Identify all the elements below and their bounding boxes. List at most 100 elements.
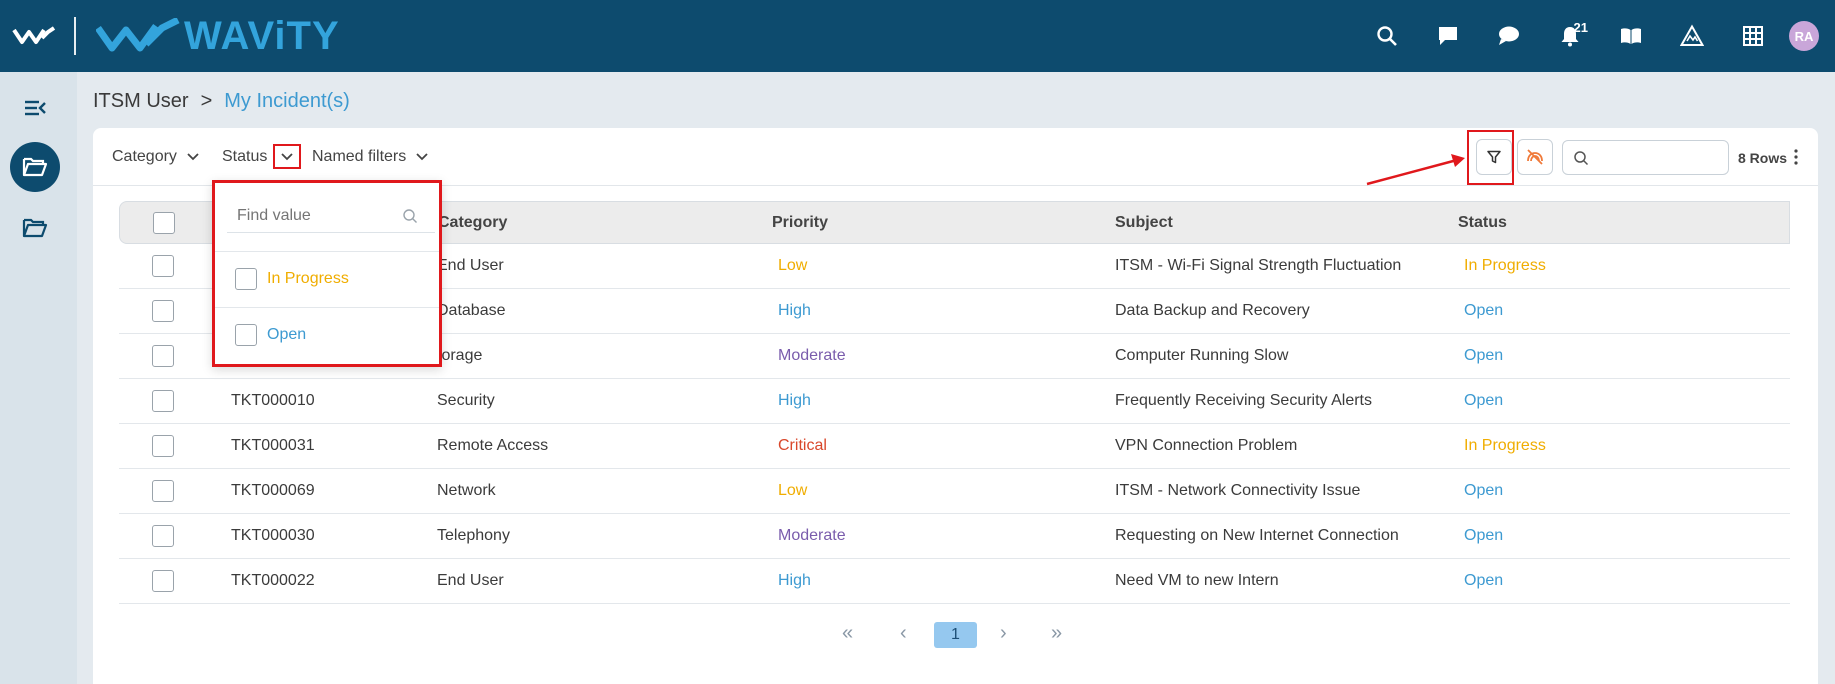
status-filter-dropdown: In Progress Open [212,180,442,367]
cell-status: In Progress [1464,437,1546,454]
cell-ticket-id[interactable]: TKT000031 [231,437,315,455]
column-header-status[interactable]: Status [1458,214,1507,232]
breadcrumb: ITSM User > My Incident(s) [93,90,350,113]
cell-ticket-id[interactable]: TKT000010 [231,392,315,410]
status-option-in-progress[interactable]: In Progress [235,265,349,293]
row-checkbox[interactable] [152,480,174,502]
prev-page-button[interactable]: ‹ [900,622,907,645]
menu-collapse-icon [25,100,46,116]
cell-ticket-id[interactable]: TKT000069 [231,482,315,500]
column-header-priority[interactable]: Priority [772,214,828,232]
cell-ticket-id[interactable]: TKT000022 [231,572,315,590]
notifications-button[interactable]: 21 [1539,0,1600,72]
live-updates-toggle[interactable] [1517,139,1553,175]
breadcrumb-separator: > [200,90,213,112]
cell-ticket-id[interactable]: TKT000030 [231,527,315,545]
wavity-mini-logo-icon [12,26,56,44]
dropdown-divider [215,307,439,308]
table-row[interactable]: TKT000031 Remote Access Critical VPN Con… [119,424,1790,469]
folder-open-icon [22,157,48,177]
cell-category: Database [437,302,506,319]
named-filters-label: Named filters [312,148,407,165]
row-checkbox[interactable] [152,570,174,592]
cell-priority: Moderate [778,347,846,364]
named-filters[interactable]: Named filters [312,148,430,166]
more-options-icon[interactable] [1790,148,1802,166]
cell-priority: Low [778,257,808,274]
row-checkbox[interactable] [152,300,174,322]
column-header-category[interactable]: Category [438,214,507,232]
cell-priority: High [778,392,811,409]
book-icon [1620,28,1641,44]
cell-status: Open [1464,527,1504,544]
row-checkbox[interactable] [152,525,174,547]
last-page-button[interactable]: » [1051,622,1062,645]
status-filter-dropdown-toggle[interactable] [273,144,301,169]
search-button[interactable] [1356,0,1417,72]
grid-icon [1742,26,1763,46]
chevron-down-icon [281,152,293,160]
find-value-search[interactable] [227,199,435,233]
table-row[interactable]: TKT000010 Security High Frequently Recei… [119,379,1790,424]
chevron-down-icon [416,153,428,161]
search-icon [403,208,417,223]
table-search[interactable] [1562,140,1729,175]
table-row[interactable]: TKT000030 Telephony Moderate Requesting … [119,514,1790,559]
cell-status: Open [1464,482,1504,499]
cell-subject: ITSM - Network Connectivity Issue [1115,482,1361,499]
cell-subject: Need VM to new Intern [1115,572,1279,589]
cell-status: In Progress [1464,257,1546,274]
chat-button[interactable] [1478,0,1539,72]
messages-button[interactable] [1417,0,1478,72]
logo-text: WAViTY [184,14,340,58]
breadcrumb-root[interactable]: ITSM User [93,90,189,113]
cell-status: Open [1464,572,1504,589]
option-checkbox[interactable] [235,268,257,290]
next-page-button[interactable]: › [1000,622,1007,645]
cell-category: Network [437,482,496,499]
cell-category: End User [437,572,504,589]
left-sidebar [0,72,77,684]
avatar[interactable]: RA [1789,21,1819,51]
rows-count: 8 Rows [1738,150,1788,166]
sidebar-toggle-button[interactable] [10,83,60,133]
brand[interactable]: WAViTY [0,0,340,72]
first-page-button[interactable]: « [842,622,853,645]
row-checkbox[interactable] [152,255,174,277]
column-header-subject[interactable]: Subject [1115,214,1173,232]
page-number-current[interactable]: 1 [934,622,977,648]
status-filter[interactable]: Status [222,148,267,166]
row-checkbox[interactable] [152,435,174,457]
table-row[interactable]: TKT000069 Network Low ITSM - Network Con… [119,469,1790,514]
cell-priority: Moderate [778,527,846,544]
breadcrumb-current[interactable]: My Incident(s) [224,90,350,113]
cell-subject: Requesting on New Internet Connection [1115,527,1399,544]
filter-button[interactable] [1476,139,1512,175]
table-search-input[interactable] [1595,149,1725,166]
knowledge-button[interactable] [1600,0,1661,72]
alerts-button[interactable] [1661,0,1722,72]
option-label: Open [267,326,307,343]
sidebar-item-folder[interactable] [10,203,60,253]
table-row[interactable]: TKT000022 End User High Need VM to new I… [119,559,1790,604]
cell-subject: Data Backup and Recovery [1115,302,1310,319]
select-all-checkbox[interactable] [153,212,175,234]
row-checkbox[interactable] [152,390,174,412]
cell-status: Open [1464,302,1504,319]
wavity-logo-icon [96,18,180,52]
dropdown-divider [215,251,439,252]
sidebar-item-incidents[interactable] [10,142,60,192]
triangle-icon [1679,24,1704,46]
apps-button[interactable] [1722,0,1783,72]
category-filter[interactable]: Category [112,148,201,166]
status-option-open[interactable]: Open [235,321,306,349]
find-value-input[interactable] [237,206,402,225]
cell-status: Open [1464,347,1504,364]
filter-toolbar: Category Status Named filters 8 Rows [93,128,1818,186]
cell-subject: Frequently Receiving Security Alerts [1115,392,1372,409]
option-checkbox[interactable] [235,324,257,346]
folder-icon [22,218,48,238]
signal-off-icon [1527,149,1543,165]
annotation-arrow [1366,154,1465,186]
row-checkbox[interactable] [152,345,174,367]
